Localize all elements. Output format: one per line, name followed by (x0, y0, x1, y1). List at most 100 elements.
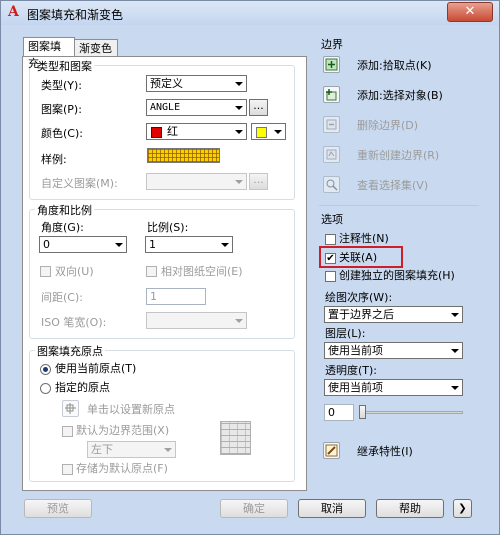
highlight-box (319, 246, 403, 268)
boundaries-group-label: 边界 (321, 38, 343, 51)
options-group-label: 选项 (321, 213, 343, 226)
view-selection-button[interactable] (323, 176, 340, 193)
remove-boundary-button[interactable] (323, 116, 340, 133)
chevron-down-icon (164, 448, 172, 452)
remove-boundary-icon (326, 119, 337, 130)
recreate-boundary-icon (326, 149, 337, 160)
dialog-window: A 图案填充和渐变色 ✕ 图案填充 渐变色 类型和图案 类型(Y): 预定义 图… (0, 0, 500, 535)
scale-select[interactable]: 1 (145, 236, 233, 253)
transparency-label: 透明度(T): (325, 364, 378, 377)
custom-pattern-label: 自定义图案(M): (41, 177, 118, 190)
background-color-select[interactable] (251, 123, 286, 140)
scale-label: 比例(S): (147, 221, 189, 234)
relative-paper-checkbox[interactable] (146, 266, 157, 277)
inherit-properties-label: 继承特性(I) (357, 445, 413, 458)
annotative-label: 注释性(N) (339, 232, 389, 245)
custom-pattern-browse-button[interactable]: ... (249, 173, 268, 190)
store-default-origin-checkbox[interactable] (62, 464, 73, 475)
pattern-select[interactable]: ANGLE (146, 99, 247, 116)
draw-order-select[interactable]: 置于边界之后 (324, 306, 463, 323)
tab-gradient[interactable]: 渐变色 (74, 39, 118, 56)
chevron-down-icon (235, 106, 243, 110)
type-select[interactable]: 预定义 (146, 75, 247, 92)
iso-pen-width-label: ISO 笔宽(O): (41, 316, 107, 329)
view-selection-label: 查看选择集(V) (357, 179, 429, 192)
transparency-number-input[interactable]: 0 (324, 404, 354, 421)
iso-pen-width-select[interactable] (146, 312, 247, 329)
preview-button[interactable]: 预览 (24, 499, 92, 518)
pattern-select-value: ANGLE (150, 102, 181, 113)
cancel-button[interactable]: 取消 (298, 499, 366, 518)
default-extent-label: 默认为边界范围(X) (76, 424, 170, 437)
help-button[interactable]: 帮助 (376, 499, 444, 518)
paintbrush-icon (325, 444, 338, 457)
origin-preview-icon (220, 421, 251, 455)
color-select[interactable]: 红 (146, 123, 247, 140)
use-current-origin-radio[interactable] (40, 364, 51, 375)
title-bar[interactable]: A 图案填充和渐变色 ✕ (1, 1, 499, 25)
chevron-down-icon (451, 386, 459, 390)
chevron-down-icon (235, 82, 243, 86)
chevron-down-icon (451, 349, 459, 353)
chevron-down-icon (235, 130, 243, 134)
layer-value: 使用当前项 (328, 344, 383, 357)
independent-hatch-checkbox[interactable] (325, 271, 336, 282)
expand-button[interactable]: ❯ (453, 499, 472, 518)
radio-dot-icon (43, 367, 48, 372)
layer-select[interactable]: 使用当前项 (324, 342, 463, 359)
background-color-swatch-icon (256, 126, 267, 138)
color-select-value: 红 (167, 125, 178, 138)
layer-label: 图层(L): (325, 327, 366, 340)
add-select-objects-label: 添加:选择对象(B) (357, 89, 443, 102)
angle-select[interactable]: 0 (39, 236, 127, 253)
pattern-swatch-preview[interactable] (147, 148, 220, 163)
magnifier-icon (326, 179, 338, 191)
draw-order-value: 置于边界之后 (328, 308, 394, 321)
store-default-origin-label: 存储为默认原点(F) (76, 462, 168, 475)
double-label: 双向(U) (55, 265, 94, 278)
angle-label: 角度(G): (41, 221, 84, 234)
type-label: 类型(Y): (41, 79, 83, 92)
chevron-down-icon (274, 130, 282, 134)
transparency-value: 使用当前项 (328, 381, 383, 394)
chevron-down-icon (221, 243, 229, 247)
inherit-properties-button[interactable] (323, 442, 340, 459)
recreate-boundary-button[interactable] (323, 146, 340, 163)
angle-scale-group-label: 角度和比例 (35, 202, 94, 218)
autocad-logo-icon: A (8, 4, 19, 20)
extent-position-select[interactable]: 左下 (87, 441, 176, 458)
divider (319, 205, 479, 206)
add-pick-point-button[interactable] (323, 56, 340, 73)
type-select-value: 预定义 (150, 77, 183, 90)
extent-position-value: 左下 (91, 443, 113, 456)
add-pick-point-label: 添加:拾取点(K) (357, 59, 432, 72)
ok-button[interactable]: 确定 (220, 499, 288, 518)
recreate-boundary-label: 重新创建边界(R) (357, 149, 440, 162)
spacing-input[interactable]: 1 (146, 288, 206, 305)
type-pattern-group-label: 类型和图案 (35, 58, 94, 74)
remove-boundary-label: 删除边界(D) (357, 119, 419, 132)
chevron-down-icon (451, 313, 459, 317)
window-title: 图案填充和渐变色 (27, 8, 124, 22)
transparency-slider-track[interactable] (361, 411, 463, 414)
hatch-origin-group-label: 图案填充原点 (35, 343, 105, 359)
annotative-checkbox[interactable] (325, 234, 336, 245)
specified-origin-radio[interactable] (40, 383, 51, 394)
color-swatch-icon (151, 126, 162, 138)
draw-order-label: 绘图次序(W): (325, 291, 393, 304)
independent-hatch-label: 创建独立的图案填充(H) (339, 269, 455, 282)
use-current-origin-label: 使用当前原点(T) (55, 362, 137, 375)
swatch-label: 样例: (41, 153, 67, 166)
pattern-browse-button[interactable]: ... (249, 99, 268, 116)
close-button[interactable]: ✕ (447, 2, 493, 22)
double-checkbox[interactable] (40, 266, 51, 277)
tab-hatch[interactable]: 图案填充 (23, 37, 75, 70)
set-origin-button[interactable] (62, 400, 79, 417)
spacing-label: 间距(C): (41, 291, 83, 304)
add-select-objects-button[interactable] (323, 86, 340, 103)
angle-select-value: 0 (43, 238, 50, 251)
default-extent-checkbox[interactable] (62, 426, 73, 437)
custom-pattern-select[interactable] (146, 173, 247, 190)
transparency-slider-thumb[interactable] (359, 405, 366, 419)
transparency-select[interactable]: 使用当前项 (324, 379, 463, 396)
